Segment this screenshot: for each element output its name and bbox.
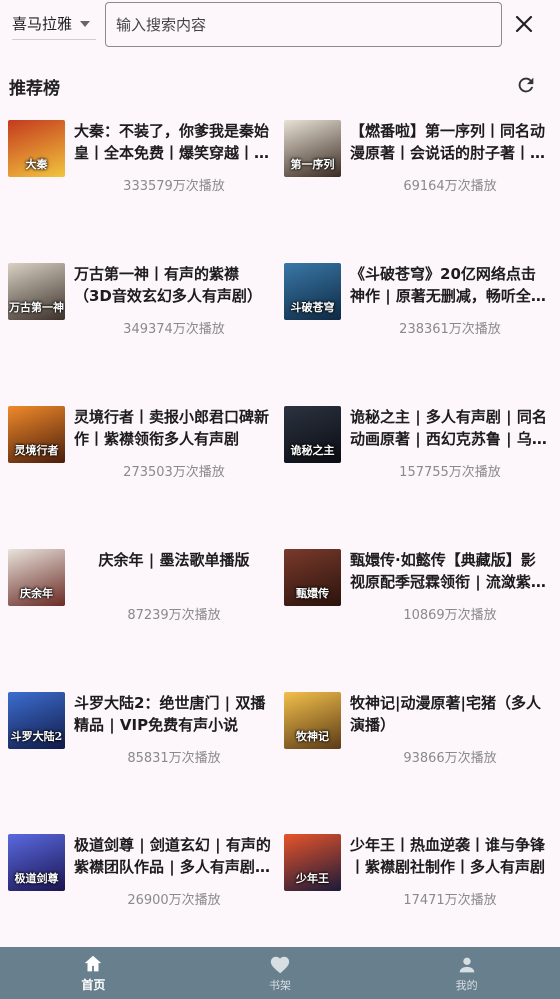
list-item[interactable]: 庆余年 庆余年 | 墨法歌单播版 87239万次播放 <box>0 541 280 661</box>
play-count: 349374万次播放 <box>123 322 225 337</box>
item-title: 诡秘之主 | 多人有声剧 | 同名动画原著 | 西幻克苏鲁 | 乌… <box>350 408 547 448</box>
refresh-button[interactable] <box>515 74 537 96</box>
book-cover-image[interactable]: 庆余年 <box>8 549 65 606</box>
list-item[interactable]: 牧神记 牧神记|动漫原著|宅猪（多人演播） 93866万次播放 <box>276 684 556 804</box>
nav-label: 书架 <box>269 978 291 992</box>
list-item[interactable]: 灵境行者 灵境行者丨卖报小郎君口碑新作丨紫襟领衔多人有声剧 273503万次播放 <box>0 398 280 518</box>
play-count: 10869万次播放 <box>403 608 497 623</box>
nav-item-1[interactable]: 书架 <box>187 947 374 999</box>
book-cover-image[interactable]: 灵境行者 <box>8 406 65 463</box>
book-cover-image[interactable]: 极道剑尊 <box>8 834 65 891</box>
book-cover-image[interactable]: 第一序列 <box>284 120 341 177</box>
close-button[interactable] <box>512 12 536 36</box>
cover-title-text: 甄嬛传 <box>296 587 329 600</box>
top-bar: 喜马拉雅 <box>0 0 560 56</box>
nav-label: 首页 <box>81 978 106 992</box>
list-item[interactable]: 第一序列 【燃番啦】第一序列丨同名动漫原著丨会说话的肘子著丨… 69164万次播放 <box>276 112 556 232</box>
source-select[interactable]: 喜马拉雅 <box>12 8 96 40</box>
list-item[interactable]: 诡秘之主 诡秘之主 | 多人有声剧 | 同名动画原著 | 西幻克苏鲁 | 乌… 15… <box>276 398 556 518</box>
list-item[interactable]: 少年王 少年王丨热血逆袭丨谁与争锋丨紫襟剧社制作丨多人有声剧 17471万次播放 <box>276 826 556 946</box>
list-item[interactable]: 斗破苍穹 《斗破苍穹》20亿网络点击神作 | 原著无删减，畅听全… 238361万次… <box>276 255 556 375</box>
item-title: 甄嬛传·如懿传【典藏版】影视原配季冠霖领衔 | 流潋紫… <box>350 551 546 591</box>
item-title: 极道剑尊 | 剑道玄幻 | 有声的紫襟团队作品 | 多人有声剧 |… <box>74 836 271 876</box>
book-cover-image[interactable]: 甄嬛传 <box>284 549 341 606</box>
cover-title-text: 庆余年 <box>20 587 53 600</box>
book-cover-image[interactable]: 斗破苍穹 <box>284 263 341 320</box>
refresh-icon <box>518 77 534 93</box>
nav-label: 我的 <box>455 978 478 992</box>
item-title: 万古第一神丨有声的紫襟（3D音效玄幻多人有声剧） <box>74 265 262 305</box>
nav-item-2[interactable]: 我的 <box>373 947 560 999</box>
item-title: 灵境行者丨卖报小郎君口碑新作丨紫襟领衔多人有声剧 <box>74 408 270 448</box>
cover-title-text: 少年王 <box>296 872 329 885</box>
list-item[interactable]: 极道剑尊 极道剑尊 | 剑道玄幻 | 有声的紫襟团队作品 | 多人有声剧 |… 26… <box>0 826 280 946</box>
cover-title-text: 斗罗大陆2 <box>10 730 63 743</box>
cover-title-text: 灵境行者 <box>14 444 59 457</box>
play-count: 333579万次播放 <box>123 179 225 194</box>
play-count: 69164万次播放 <box>403 179 497 194</box>
section-title: 推荐榜 <box>9 79 60 99</box>
book-cover-image[interactable]: 诡秘之主 <box>284 406 341 463</box>
nav-item-0[interactable]: 首页 <box>0 947 187 999</box>
item-title: 庆余年 | 墨法歌单播版 <box>98 551 250 569</box>
book-cover-image[interactable]: 少年王 <box>284 834 341 891</box>
source-select-value: 喜马拉雅 <box>12 15 73 33</box>
cover-title-text: 牧神记 <box>296 730 329 743</box>
cover-title-text: 诡秘之主 <box>290 444 335 457</box>
bottom-navigation: 首页 书架 我的 <box>0 947 560 999</box>
item-title: 少年王丨热血逆袭丨谁与争锋丨紫襟剧社制作丨多人有声剧 <box>350 836 546 876</box>
list-item[interactable]: 万古第一神 万古第一神丨有声的紫襟（3D音效玄幻多人有声剧） 349374万次播放 <box>0 255 280 375</box>
book-cover-image[interactable]: 牧神记 <box>284 692 341 749</box>
search-input[interactable] <box>105 2 502 47</box>
cover-title-text: 极道剑尊 <box>14 872 59 885</box>
play-count: 85831万次播放 <box>127 751 221 766</box>
cover-title-text: 第一序列 <box>290 158 335 171</box>
chevron-down-icon <box>80 21 90 27</box>
cover-title-text: 万古第一神 <box>9 301 64 314</box>
item-title: 【燃番啦】第一序列丨同名动漫原著丨会说话的肘子著丨… <box>350 122 546 162</box>
list-item[interactable]: 大秦 大秦：不装了，你爹我是秦始皇丨全本免费丨爆笑穿越丨… 333579万次播放 <box>0 112 280 232</box>
play-count: 157755万次播放 <box>399 465 501 480</box>
book-cover-image[interactable]: 大秦 <box>8 120 65 177</box>
book-cover-image[interactable]: 万古第一神 <box>8 263 65 320</box>
item-title: 《斗破苍穹》20亿网络点击神作 | 原著无删减，畅听全… <box>350 265 546 305</box>
heart-icon <box>270 956 290 973</box>
play-count: 17471万次播放 <box>403 893 497 908</box>
play-count: 26900万次播放 <box>127 893 221 908</box>
cover-title-text: 大秦 <box>25 158 48 171</box>
play-count: 273503万次播放 <box>123 465 225 480</box>
list-item[interactable]: 甄嬛传 甄嬛传·如懿传【典藏版】影视原配季冠霖领衔 | 流潋紫… 10869万次播放 <box>276 541 556 661</box>
book-cover-image[interactable]: 斗罗大陆2 <box>8 692 65 749</box>
play-count: 93866万次播放 <box>403 751 497 766</box>
item-title: 大秦：不装了，你爹我是秦始皇丨全本免费丨爆笑穿越丨… <box>74 122 270 162</box>
play-count: 238361万次播放 <box>399 322 501 337</box>
close-icon <box>515 15 533 33</box>
home-icon <box>85 955 102 972</box>
item-title: 牧神记|动漫原著|宅猪（多人演播） <box>350 694 541 734</box>
item-title: 斗罗大陆2：绝世唐门 | 双播精品 | VIP免费有声小说 <box>74 694 266 734</box>
list-item[interactable]: 斗罗大陆2 斗罗大陆2：绝世唐门 | 双播精品 | VIP免费有声小说 85831万… <box>0 684 280 804</box>
cover-title-text: 斗破苍穹 <box>290 301 335 314</box>
play-count: 87239万次播放 <box>127 608 221 623</box>
person-icon <box>459 957 475 972</box>
